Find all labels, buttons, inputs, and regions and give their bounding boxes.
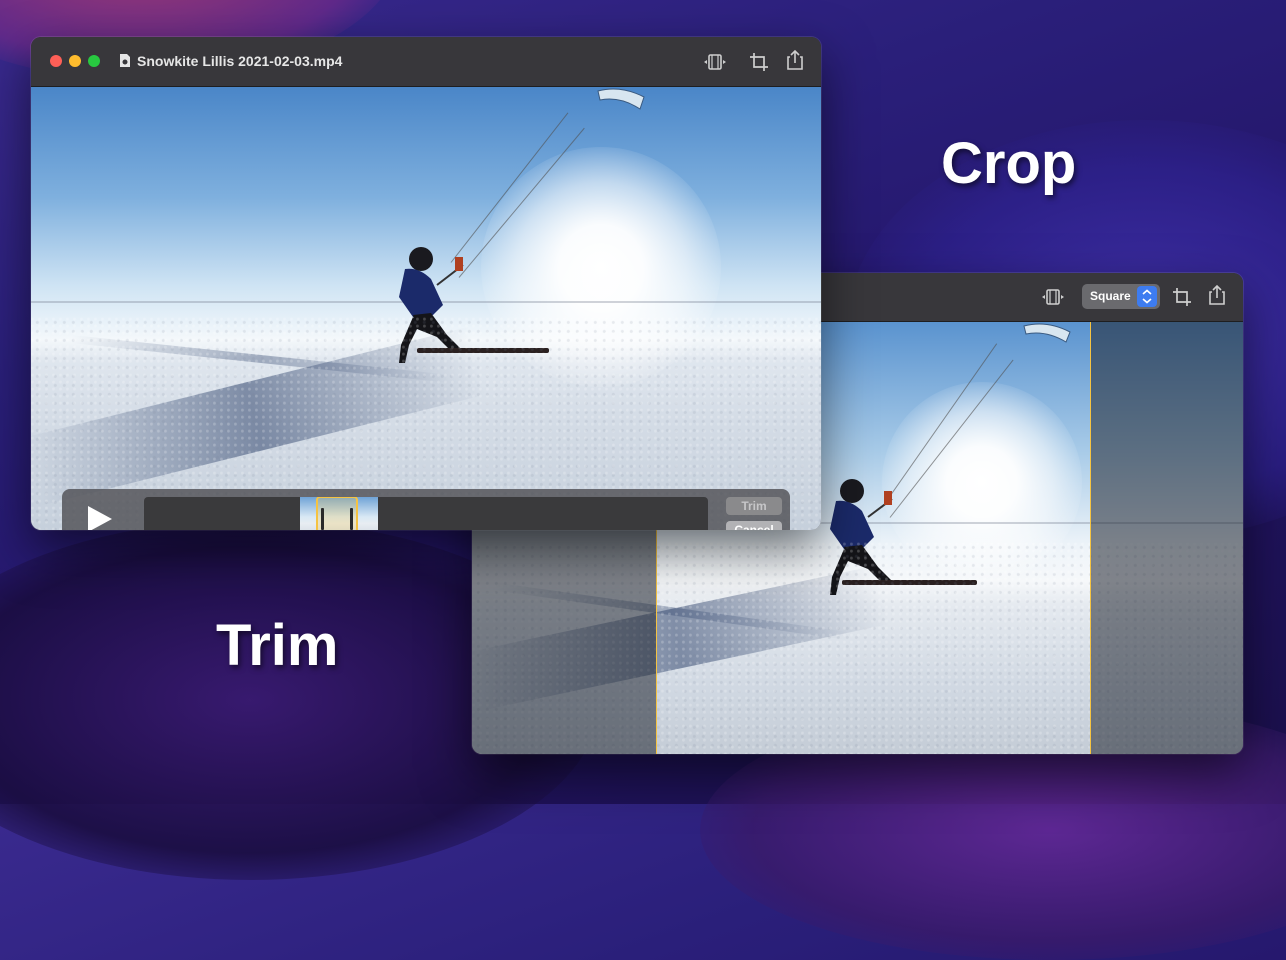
select-stepper: [1137, 286, 1157, 307]
window-title: Snowkite Lillis 2021-02-03.mp4: [137, 53, 343, 69]
aspect-ratio-select[interactable]: Square: [1082, 284, 1160, 309]
trim-button[interactable]: Trim: [726, 497, 782, 515]
trim-icon[interactable]: [1040, 286, 1066, 308]
document-icon: [120, 54, 130, 67]
share-icon[interactable]: [1204, 284, 1230, 306]
crop-icon[interactable]: [746, 51, 772, 73]
crop-boundary-right[interactable]: [1090, 322, 1091, 754]
video-frame[interactable]: Trim Cancel: [31, 87, 821, 530]
cancel-button[interactable]: Cancel: [726, 521, 782, 530]
zoom-button[interactable]: [88, 55, 100, 67]
trim-handle[interactable]: [316, 497, 358, 530]
trim-icon[interactable]: [702, 51, 728, 73]
crop-feature-label: Crop: [941, 131, 1077, 196]
trim-handle-right[interactable]: [350, 508, 353, 530]
crop-dim-right: [1091, 322, 1243, 754]
trim-bar: Trim Cancel: [62, 489, 790, 530]
trim-window: Snowkite Lillis 2021-02-03.mp4 Trim Canc…: [31, 37, 821, 530]
title-bar: Snowkite Lillis 2021-02-03.mp4: [31, 37, 821, 87]
share-icon[interactable]: [782, 49, 808, 71]
minimize-button[interactable]: [69, 55, 81, 67]
close-button[interactable]: [50, 55, 62, 67]
play-icon[interactable]: [82, 503, 116, 530]
kite-icon: [597, 88, 645, 110]
timeline[interactable]: [144, 497, 708, 530]
aspect-ratio-value: Square: [1090, 289, 1131, 303]
crop-icon[interactable]: [1169, 286, 1195, 308]
kite-icon: [1023, 323, 1071, 343]
chevron-updown-icon: [1142, 289, 1152, 304]
trim-feature-label: Trim: [216, 613, 339, 678]
trim-handle-left[interactable]: [321, 508, 324, 530]
